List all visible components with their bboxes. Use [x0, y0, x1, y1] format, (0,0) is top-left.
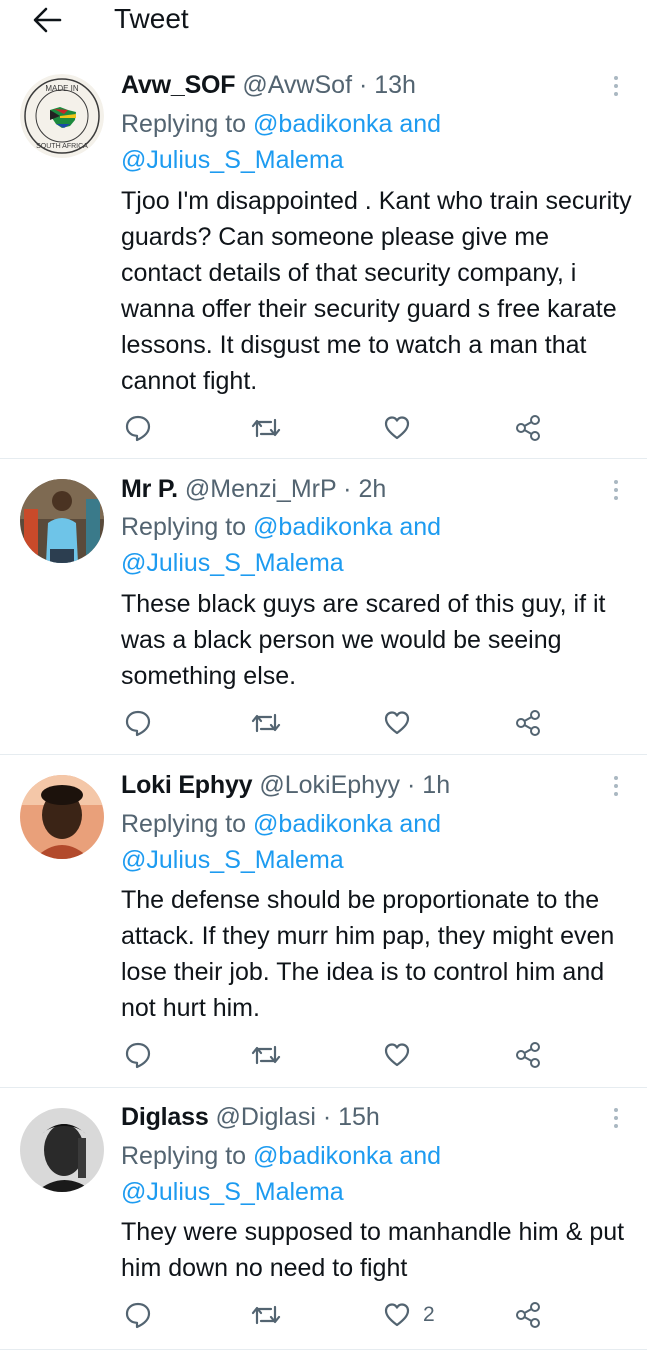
retweet-icon — [251, 713, 281, 733]
mention-link[interactable]: @badikonka — [253, 1142, 392, 1170]
avatar[interactable] — [20, 479, 104, 563]
tweet-text: These black guys are scared of this guy,… — [121, 590, 606, 690]
replying-to: Replying to @badikonka and — [121, 110, 442, 138]
retweet-icon — [251, 418, 281, 438]
reply-button[interactable] — [120, 1037, 156, 1073]
share-icon — [516, 710, 540, 736]
tweet-header: Mr P. @Menzi_MrP · 2h — [121, 474, 386, 504]
more-button[interactable] — [605, 772, 627, 802]
share-icon — [516, 415, 540, 441]
share-button[interactable] — [510, 705, 546, 741]
separator: · — [343, 475, 352, 503]
share-icon — [516, 1302, 540, 1328]
reply-button[interactable] — [120, 705, 156, 741]
replying-to: Replying to @badikonka and — [121, 513, 442, 541]
svg-text:MADE IN: MADE IN — [45, 84, 79, 93]
separator: · — [358, 71, 368, 99]
tweet-header: Loki Ephyy @LokiEphyy · 1h — [121, 770, 450, 800]
more-button[interactable] — [605, 1104, 627, 1134]
like-count: 2 — [423, 1303, 435, 1326]
share-button[interactable] — [510, 1037, 546, 1073]
retweet-icon — [251, 1305, 281, 1325]
retweet-icon — [251, 1045, 281, 1065]
replying-to-second: @Julius_S_Malema — [121, 1174, 344, 1210]
tweet-text: The defense should be proportionate to t… — [121, 886, 615, 1022]
display-name[interactable]: Avw_SOF — [121, 71, 236, 99]
handle[interactable]: @AvwSof — [242, 71, 352, 99]
display-name[interactable]: Mr P. — [121, 475, 178, 503]
reply-icon — [125, 710, 151, 737]
profile-photo — [20, 775, 104, 859]
tweet-text: Tjoo I'm disappointed . Kant who train s… — [121, 187, 632, 395]
mention-link[interactable]: @Julius_S_Malema — [121, 549, 344, 577]
tweet-header: Diglass @Diglasi · 15h — [121, 1102, 380, 1132]
timestamp[interactable]: 13h — [374, 71, 416, 99]
replying-to-second: @Julius_S_Malema — [121, 842, 344, 878]
timestamp[interactable]: 2h — [358, 475, 386, 503]
top-bar: Tweet — [0, 0, 647, 50]
like-button[interactable] — [379, 410, 415, 446]
reply-button[interactable] — [120, 1297, 156, 1333]
replying-to-second: @Julius_S_Malema — [121, 142, 344, 178]
avatar[interactable]: MADE IN SOUTH AFRICA — [20, 74, 104, 158]
retweet-button[interactable] — [248, 705, 284, 741]
svg-text:SOUTH AFRICA: SOUTH AFRICA — [36, 143, 88, 150]
reply-button[interactable] — [120, 410, 156, 446]
tweet[interactable]: Diglass @Diglasi · 15h Replying to @badi… — [0, 1088, 647, 1350]
more-vertical-icon — [614, 76, 618, 96]
mention-link[interactable]: @badikonka — [253, 110, 392, 138]
page-title: Tweet — [114, 3, 189, 34]
more-button[interactable] — [605, 476, 627, 506]
handle[interactable]: @Diglasi — [215, 1103, 315, 1131]
like-button[interactable] — [379, 705, 415, 741]
tweet[interactable]: Loki Ephyy @LokiEphyy · 1h Replying to @… — [0, 755, 647, 1088]
replying-to: Replying to @badikonka and — [121, 810, 442, 838]
mention-link[interactable]: @badikonka — [253, 513, 392, 541]
separator: · — [407, 771, 416, 799]
heart-icon — [384, 416, 410, 440]
profile-photo — [20, 1108, 104, 1192]
avatar[interactable] — [20, 1108, 104, 1192]
made-in-south-africa-logo: MADE IN SOUTH AFRICA — [20, 74, 104, 158]
reply-icon — [125, 415, 151, 442]
replying-to-second: @Julius_S_Malema — [121, 545, 344, 581]
reply-icon — [125, 1302, 151, 1329]
more-button[interactable] — [605, 72, 627, 102]
separator: · — [322, 1103, 332, 1131]
mention-link[interactable]: @Julius_S_Malema — [121, 846, 344, 874]
mention-link[interactable]: @Julius_S_Malema — [121, 146, 344, 174]
handle[interactable]: @Menzi_MrP — [185, 475, 336, 503]
more-vertical-icon — [614, 1108, 618, 1128]
back-button[interactable] — [30, 3, 64, 37]
share-button[interactable] — [510, 1297, 546, 1333]
mention-link[interactable]: @Julius_S_Malema — [121, 1178, 344, 1206]
handle[interactable]: @LokiEphyy — [259, 771, 400, 799]
retweet-button[interactable] — [248, 410, 284, 446]
mention-link[interactable]: @badikonka — [253, 810, 392, 838]
profile-photo — [20, 479, 104, 563]
heart-icon — [384, 711, 410, 735]
arrow-left-icon — [33, 7, 62, 33]
like-button[interactable] — [379, 1037, 415, 1073]
retweet-button[interactable] — [248, 1037, 284, 1073]
display-name[interactable]: Loki Ephyy — [121, 771, 253, 799]
more-vertical-icon — [614, 480, 618, 500]
tweet-text: They were supposed to manhandle him & pu… — [121, 1218, 625, 1282]
retweet-button[interactable] — [248, 1297, 284, 1333]
heart-icon — [384, 1043, 410, 1067]
timestamp[interactable]: 15h — [338, 1103, 380, 1131]
display-name[interactable]: Diglass — [121, 1103, 209, 1131]
heart-icon — [384, 1303, 410, 1327]
timestamp[interactable]: 1h — [422, 771, 450, 799]
share-icon — [516, 1042, 540, 1068]
tweet[interactable]: Mr P. @Menzi_MrP · 2h Replying to @badik… — [0, 459, 647, 755]
like-button[interactable] — [379, 1297, 415, 1333]
more-vertical-icon — [614, 776, 618, 796]
reply-icon — [125, 1042, 151, 1069]
replying-to: Replying to @badikonka and — [121, 1142, 442, 1170]
tweet-header: Avw_SOF @AvwSof · 13h — [121, 70, 416, 100]
share-button[interactable] — [510, 410, 546, 446]
avatar[interactable] — [20, 775, 104, 859]
tweet[interactable]: MADE IN SOUTH AFRICA Avw_SOF @AvwSof · 1… — [0, 60, 647, 459]
